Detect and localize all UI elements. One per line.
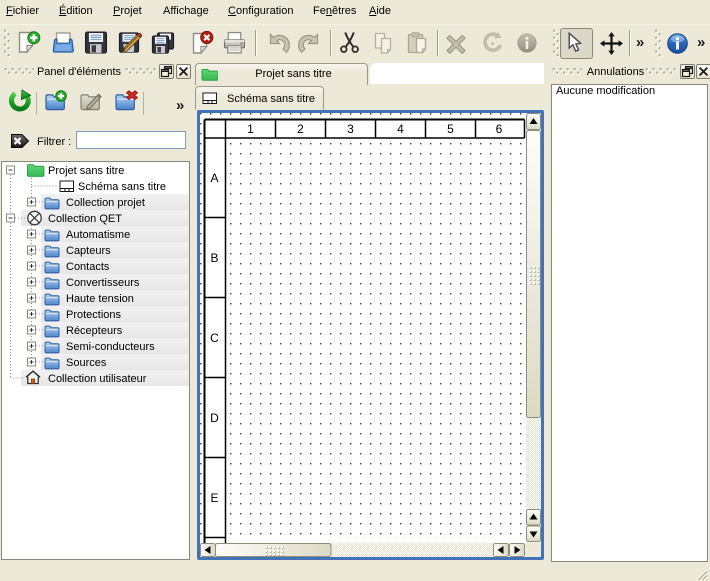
svg-text:2: 2 — [297, 122, 304, 136]
svg-text:Automatisme: Automatisme — [66, 229, 130, 241]
svg-text:E: E — [210, 491, 218, 505]
svg-text:Collection projet: Collection projet — [66, 197, 145, 209]
svg-text:Contacts: Contacts — [66, 261, 110, 273]
svg-text:Haute tension: Haute tension — [66, 293, 134, 305]
svg-text:6: 6 — [496, 122, 503, 136]
svg-text:Capteurs: Capteurs — [66, 245, 111, 257]
svg-text:Projet sans titre: Projet sans titre — [48, 165, 124, 177]
svg-text:C: C — [210, 331, 219, 345]
svg-text:Protections: Protections — [66, 309, 122, 321]
svg-text:A: A — [210, 171, 218, 185]
svg-text:Semi-conducteurs: Semi-conducteurs — [66, 341, 155, 353]
svg-text:5: 5 — [447, 122, 454, 136]
svg-text:B: B — [210, 251, 218, 265]
svg-text:Sources: Sources — [66, 357, 107, 369]
svg-text:Collection QET: Collection QET — [48, 213, 122, 225]
svg-text:3: 3 — [347, 122, 354, 136]
svg-text:Collection utilisateur: Collection utilisateur — [48, 373, 147, 385]
svg-text:4: 4 — [397, 122, 404, 136]
svg-text:Convertisseurs: Convertisseurs — [66, 277, 140, 289]
svg-text:D: D — [210, 411, 219, 425]
svg-text:1: 1 — [247, 122, 254, 136]
svg-text:Récepteurs: Récepteurs — [66, 325, 123, 337]
svg-text:Schéma sans titre: Schéma sans titre — [78, 181, 166, 193]
